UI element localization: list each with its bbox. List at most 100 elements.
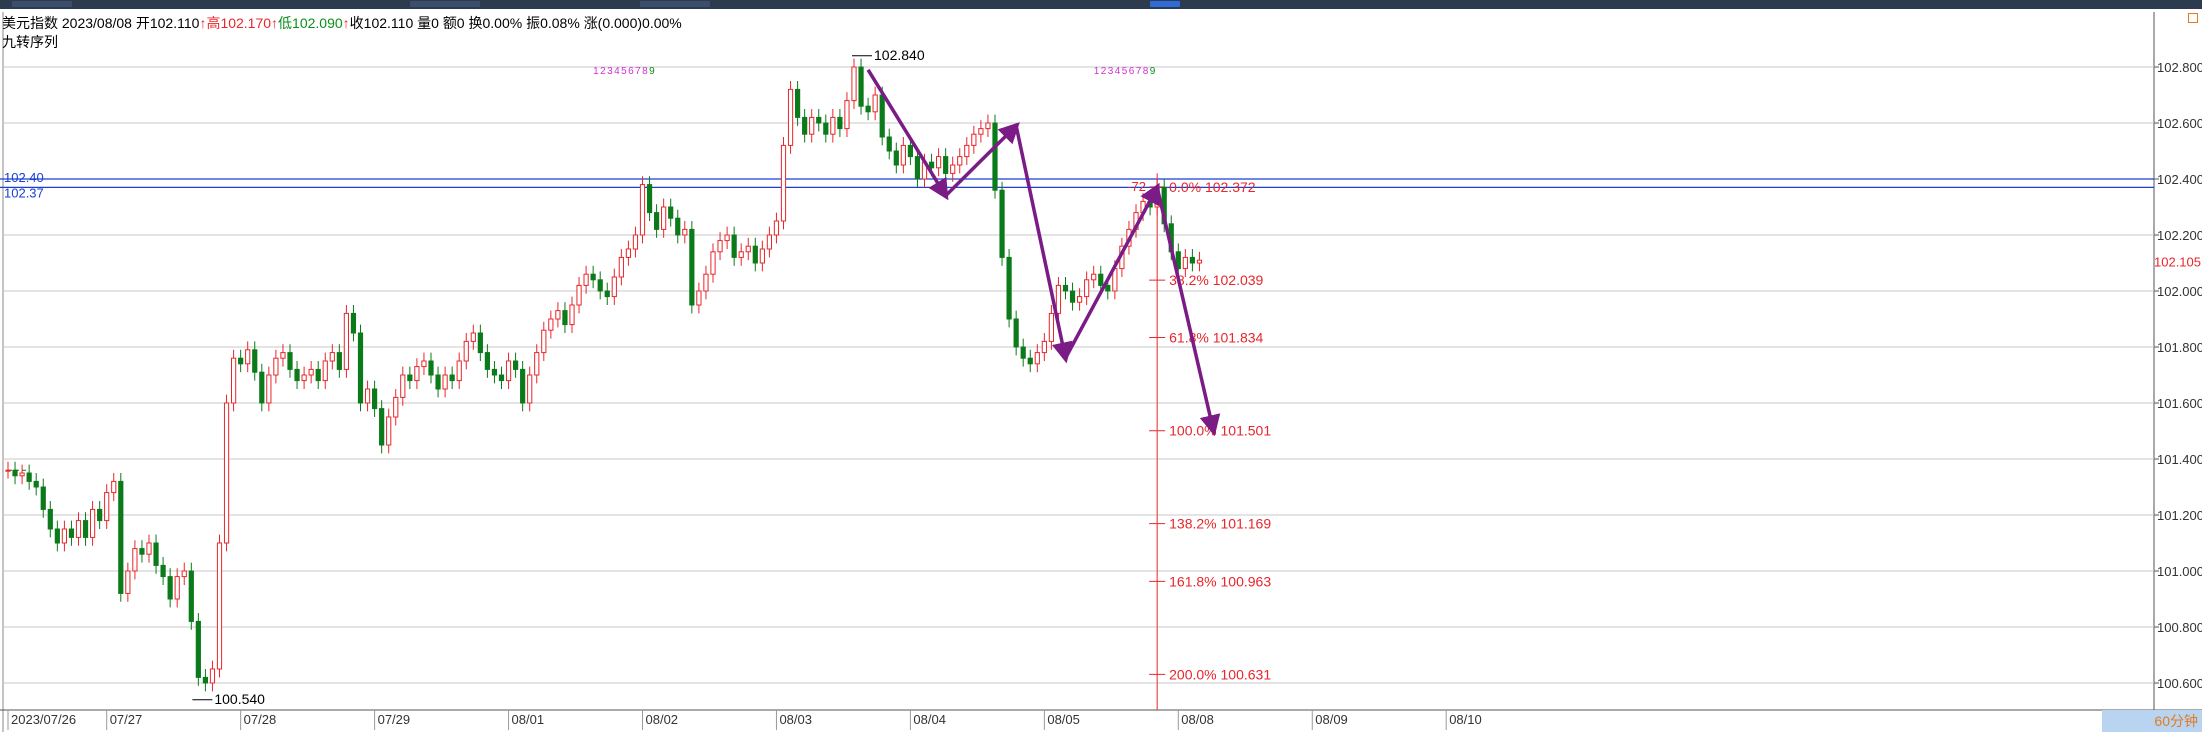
candle-body-up: [710, 251, 716, 275]
candle-body-up: [583, 273, 589, 286]
candle-body-up: [1091, 273, 1097, 281]
y-tick-label: 100.600: [2157, 676, 2202, 691]
candle-body-up: [555, 310, 561, 320]
candle-body-up: [90, 508, 96, 538]
candle-body-up: [809, 116, 815, 135]
candle-body-up: [125, 570, 131, 594]
candle-body-up: [611, 276, 617, 298]
candle-body-down: [865, 105, 871, 113]
x-axis: 2023/07/26 07/27 07/28 07/29 08/01 08/02 08/03…: [7, 710, 1482, 730]
candle-body-down: [40, 486, 46, 510]
candle-body-down: [118, 480, 124, 594]
candle-body-up: [231, 357, 237, 404]
candle-body-up: [470, 332, 476, 342]
candle-body-up: [872, 94, 878, 113]
candle-body-up: [386, 416, 392, 446]
candle-body-up: [1041, 340, 1047, 354]
x-tick-label: 08/04: [913, 712, 946, 727]
candle-body-up: [111, 480, 117, 494]
candle-body-up: [301, 374, 307, 382]
candle-body-down: [879, 94, 885, 138]
nine-sequence-digit: 8: [642, 66, 648, 77]
close-label: 收: [349, 15, 364, 31]
candle-body-up: [1077, 296, 1083, 303]
candle-body-up: [19, 472, 25, 477]
candle-body-down: [82, 520, 89, 538]
candle-body-up: [209, 668, 216, 684]
amount: 额0: [442, 15, 465, 31]
candle-body-down: [491, 368, 498, 376]
candle-body-down: [97, 508, 103, 522]
candle-body-up: [682, 228, 688, 236]
nine-sequence-digit: 3: [607, 66, 613, 77]
candle-body-down: [252, 349, 258, 373]
nine-sequence-digit: 7: [635, 66, 641, 77]
candlestick-chart[interactable]: 102.40102.37 -72 0.0% 102.372 38.2% 102.03…: [0, 0, 2202, 732]
candle-body-down: [928, 161, 935, 169]
candle-body-up: [364, 388, 371, 404]
fibonacci-level-label: 38.2% 102.039: [1169, 272, 1263, 288]
trend-arrow: [1155, 187, 1221, 437]
candle-body-down: [646, 184, 653, 214]
open-label: 开: [135, 15, 150, 31]
candle-body-up: [1055, 284, 1062, 314]
candle-body-down: [1098, 273, 1104, 286]
arrows-layer: [866, 68, 1221, 437]
candle-body-down: [1006, 256, 1012, 320]
candle-body-up: [569, 304, 575, 326]
x-tick-label: 2023/07/26: [11, 712, 76, 727]
nine-sequence-digit: 6: [1129, 66, 1135, 77]
change: 涨(0.000)0.00%: [583, 15, 682, 31]
fibonacci-level-label: 61.8% 101.834: [1169, 329, 1263, 345]
nine-sequence-digit: 4: [614, 66, 620, 77]
x-tick-label: 08/05: [1047, 712, 1080, 727]
candle-body-down: [238, 357, 244, 365]
candle-body-down: [68, 528, 75, 538]
candle-body-down: [54, 528, 60, 544]
candle-body-down: [1189, 256, 1196, 264]
candle-body-down: [802, 116, 808, 135]
x-tick-label: 08/09: [1315, 712, 1348, 727]
period-button[interactable]: 60分钟: [2102, 710, 2202, 732]
y-tick-label: 102.200: [2157, 228, 2202, 243]
x-tick-label: 08/02: [646, 712, 679, 727]
candle-body-down: [12, 469, 18, 477]
high-label: 高: [206, 15, 221, 31]
candle-body-down: [513, 360, 519, 370]
fibonacci-level-label: 161.8% 100.963: [1169, 573, 1271, 589]
candle-body-down: [195, 620, 201, 678]
candle-body-up: [576, 284, 582, 306]
candle-body-up: [463, 340, 469, 362]
candle-body-up: [308, 368, 314, 376]
fibonacci-level-label: 200.0% 100.631: [1169, 666, 1271, 682]
horizontal-line-label: 102.40: [4, 170, 44, 185]
candle-body-down: [407, 374, 413, 382]
high-value: 102.170: [220, 15, 272, 31]
horizontal-lines-layer: 102.40102.37: [0, 170, 2154, 471]
candle-body-down: [604, 290, 610, 298]
candle-body-down: [33, 480, 39, 488]
candle-body-up: [1084, 279, 1090, 298]
y-tick-label: 102.400: [2157, 172, 2202, 187]
candle-body-up: [216, 542, 223, 670]
candle-body-down: [914, 156, 921, 180]
candle-body-down: [259, 371, 265, 404]
candle-body-down: [675, 217, 681, 236]
candle-body-up: [851, 66, 857, 102]
candle-body-down: [1069, 290, 1076, 303]
nine-sequence-digit: 7: [1136, 66, 1142, 77]
candle-body-down: [1062, 284, 1069, 292]
candle-body-up: [421, 360, 427, 368]
nine-sequence-digit: 9: [1150, 66, 1156, 77]
trend-arrow: [1063, 182, 1160, 360]
candle-body-up: [724, 234, 730, 242]
candle-body-down: [943, 156, 949, 174]
x-tick-label: 07/27: [110, 712, 143, 727]
nine-sequence-digit: 6: [628, 66, 634, 77]
nine-sequence-digit: 5: [621, 66, 627, 77]
corner-box-icon[interactable]: [2188, 13, 2198, 23]
fibonacci-start-label: -72: [1127, 179, 1146, 194]
candle-body-up: [75, 520, 82, 538]
candle-body-down: [886, 136, 892, 152]
candle-body-down: [188, 570, 194, 622]
